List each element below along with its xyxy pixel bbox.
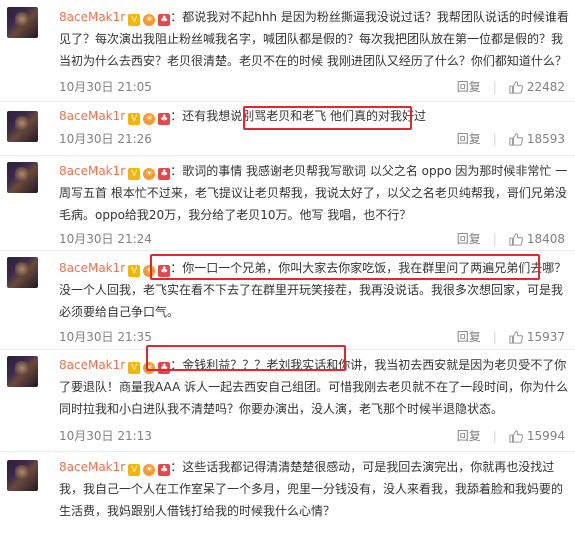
comment-time: 10月30日 21:35 xyxy=(59,330,152,344)
comment-body: 8aceMak1r V ☀ ♣ ：你一口一个兄弟，你叫大家去你家吃饭，我在群里问了两遍兄… xyxy=(59,257,569,323)
sun-icon: ☀ xyxy=(143,362,156,374)
comment-item: 8aceMak1r V ☀ ♣ ：这些话我都记得清清楚楚很感动，可是我回去演完出，你就再… xyxy=(0,451,575,537)
like-count: 22482 xyxy=(526,79,565,94)
username-link[interactable]: 8aceMak1r xyxy=(59,460,125,474)
comment-body: 8aceMak1r V ☀ ♣ ：这些话我都记得清清楚楚很感动，可是我回去演完出，你就再… xyxy=(59,456,569,522)
like-count: 18593 xyxy=(526,131,565,146)
comment-body: 8aceMak1r V ☀ ♣ ：还有我想说别骂老贝和老飞 他们真的对我好过 xyxy=(59,105,569,127)
comment-body: 8aceMak1r V ☀ ♣ ：都说我对不起hhh 是因为粉丝撕逼我没说过话？我帮团队… xyxy=(59,6,569,72)
verified-icon: V xyxy=(128,113,141,125)
club-badge-icon: ♣ xyxy=(158,14,171,26)
comment-item: 8aceMak1r V ☀ ♣ ：还有我想说别骂老贝和老飞 他们真的对我好过 10月30… xyxy=(0,101,575,156)
reply-button[interactable]: 回复 xyxy=(457,230,481,247)
comment-prefix: ： xyxy=(170,164,183,178)
thumb-up-icon[interactable] xyxy=(509,80,523,94)
verified-icon: V xyxy=(128,362,141,374)
comment-time: 10月30日 21:26 xyxy=(59,132,152,146)
reply-button[interactable]: 回复 xyxy=(457,78,481,95)
username-link[interactable]: 8aceMak1r xyxy=(59,261,125,275)
comment-body: 8aceMak1r V ☀ ♣ ：金钱利益？？？老刘我实话和你讲，我当初去西安就是因为老… xyxy=(59,354,569,420)
comment-time: 10月30日 21:05 xyxy=(59,80,152,94)
sun-icon: ☀ xyxy=(143,265,156,277)
sun-icon: ☀ xyxy=(143,168,156,180)
avatar[interactable] xyxy=(7,111,38,142)
username-link[interactable]: 8aceMak1r xyxy=(59,164,125,178)
like-count: 18408 xyxy=(526,231,565,246)
divider: | xyxy=(492,428,497,443)
comment-actions: 回复 | 18408 xyxy=(457,230,565,247)
verified-icon: V xyxy=(128,168,141,180)
reply-button[interactable]: 回复 xyxy=(457,328,481,345)
club-badge-icon: ♣ xyxy=(158,362,171,374)
club-badge-icon: ♣ xyxy=(158,168,171,180)
thumb-up-icon[interactable] xyxy=(509,330,523,344)
comment-item: 8aceMak1r V ☀ ♣ ：金钱利益？？？老刘我实话和你讲，我当初去西安就是因为老… xyxy=(0,349,575,452)
divider: | xyxy=(492,131,497,146)
highlighted-text: 别骂老贝和老飞 他们真的对我好过 xyxy=(242,109,427,123)
comment-actions: 回复 | 15994 xyxy=(457,427,565,444)
comment-time: 10月30日 21:24 xyxy=(59,232,152,246)
divider: | xyxy=(492,231,497,246)
verified-icon: V xyxy=(128,265,141,277)
verified-icon: V xyxy=(128,14,141,26)
comment-actions: 回复 | 18593 xyxy=(457,130,565,147)
avatar[interactable] xyxy=(7,162,38,193)
club-badge-icon: ♣ xyxy=(158,113,171,125)
comment-prefix: ： xyxy=(170,261,183,275)
comment-suffix: 没一个人回我，老飞实在看不下去了在群里开玩笑接茬，我再没说话。我很多次想回家，可… xyxy=(59,283,564,319)
avatar[interactable] xyxy=(7,7,38,38)
thumb-up-icon[interactable] xyxy=(509,232,523,246)
club-badge-icon: ♣ xyxy=(158,265,171,277)
avatar[interactable] xyxy=(7,460,38,491)
comment-item: 8aceMak1r V ☀ ♣ ：都说我对不起hhh 是因为粉丝撕逼我没说过话？我帮团队… xyxy=(0,0,575,102)
username-link[interactable]: 8aceMak1r xyxy=(59,10,125,24)
highlighted-text: 金钱利益？？？老刘我实话和你讲 xyxy=(182,358,363,372)
comment-item: 8aceMak1r V ☀ ♣ ：你一口一个兄弟，你叫大家去你家吃饭，我在群里问了两遍兄… xyxy=(0,250,575,350)
comment-prefix: ：还有我想说 xyxy=(170,109,243,123)
comment-actions: 回复 | 15937 xyxy=(457,328,565,345)
divider: | xyxy=(492,79,497,94)
thumb-up-icon[interactable] xyxy=(509,429,523,443)
avatar[interactable] xyxy=(7,356,38,387)
verified-icon: V xyxy=(128,464,141,476)
comment-list: 8aceMak1r V ☀ ♣ ：都说我对不起hhh 是因为粉丝撕逼我没说过话？我帮团队… xyxy=(0,0,575,537)
reply-button[interactable]: 回复 xyxy=(457,130,481,147)
divider: | xyxy=(492,329,497,344)
comment-prefix: ： xyxy=(170,460,183,474)
username-link[interactable]: 8aceMak1r xyxy=(59,358,125,372)
comment-item: 8aceMak1r V ☀ ♣ ：歌词的事情 我感谢老贝帮我写歌词 以父之名 oppo … xyxy=(0,155,575,251)
username-link[interactable]: 8aceMak1r xyxy=(59,109,125,123)
comment-prefix: ： xyxy=(170,10,183,24)
comment-body: 8aceMak1r V ☀ ♣ ：歌词的事情 我感谢老贝帮我写歌词 以父之名 oppo … xyxy=(59,160,569,226)
comment-actions: 回复 | 22482 xyxy=(457,78,565,95)
comment-prefix: ： xyxy=(170,358,183,372)
like-count: 15994 xyxy=(526,428,565,443)
sun-icon: ☀ xyxy=(143,14,156,26)
club-badge-icon: ♣ xyxy=(158,464,171,476)
highlighted-text: 你一口一个兄弟，你叫大家去你家吃饭，我在群里问了两遍兄弟们去哪？ xyxy=(182,261,567,275)
like-count: 15937 xyxy=(526,329,565,344)
avatar[interactable] xyxy=(7,257,38,288)
sun-icon: ☀ xyxy=(143,464,156,476)
thumb-up-icon[interactable] xyxy=(509,132,523,146)
comment-time: 10月30日 21:13 xyxy=(59,429,152,443)
sun-icon: ☀ xyxy=(143,113,156,125)
reply-button[interactable]: 回复 xyxy=(457,427,481,444)
